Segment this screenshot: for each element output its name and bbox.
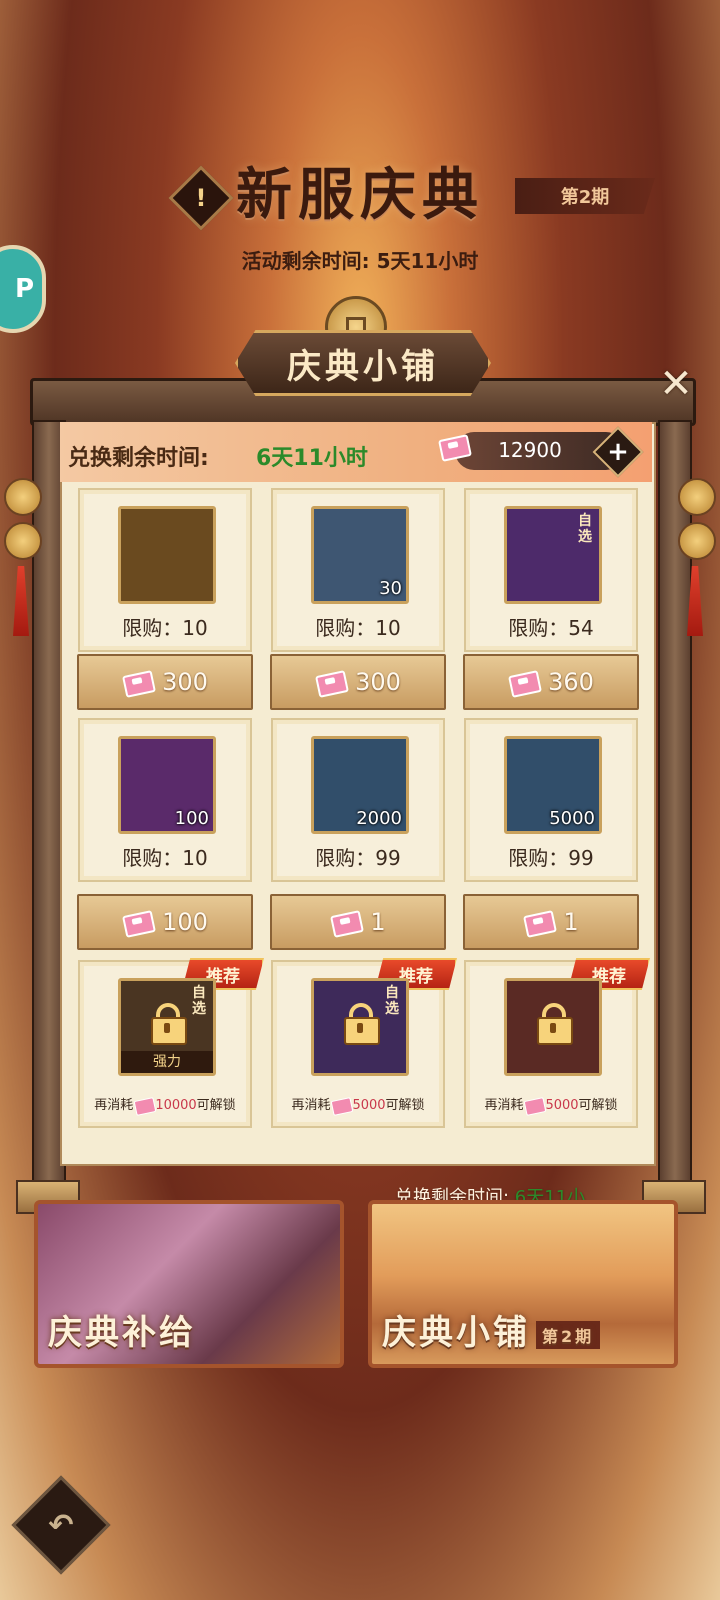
price-label: 1: [370, 908, 386, 936]
unlock-requirement: 再消耗 5000可解锁: [273, 1094, 443, 1115]
purchase-limit: 限购：54: [508, 616, 594, 640]
ticket-icon: [330, 1097, 352, 1115]
ticket-icon: [133, 1097, 155, 1115]
strong-tag: 强力: [121, 1051, 213, 1073]
buy-button[interactable]: 360: [463, 654, 639, 710]
price-label: 100: [162, 908, 208, 936]
ticket-icon: [122, 670, 152, 694]
purchase-limit: 限购：99: [315, 846, 401, 870]
self-select-tag: 自选: [578, 513, 592, 545]
unlock-suffix: 可解锁: [578, 1098, 618, 1113]
locked-reward-icon: [504, 978, 602, 1076]
buy-button[interactable]: 1: [463, 894, 639, 950]
shop-card[interactable]: 庆典小铺 第2期: [368, 1200, 678, 1368]
locked-item-card[interactable]: 推荐 自选 再消耗 5000可解锁: [271, 958, 457, 1128]
ticket-icon: [523, 910, 553, 934]
unlock-requirement: 再消耗 10000可解锁: [80, 1094, 250, 1115]
price-label: 300: [355, 668, 401, 696]
back-arrow-icon: ↶: [48, 1507, 74, 1543]
buy-button[interactable]: 100: [77, 894, 253, 950]
pink-flame-icon: 100: [118, 736, 216, 834]
shop-item-card[interactable]: 5000 限购：99: [464, 718, 638, 882]
supply-card[interactable]: 庆典补给: [34, 1200, 344, 1368]
right-coin-tassel: [678, 478, 716, 636]
purchase-limit: 限购：10: [315, 616, 401, 640]
item-quantity: 2000: [356, 808, 402, 829]
shadow-character-icon: 自选: [504, 506, 602, 604]
close-icon[interactable]: ✕: [656, 361, 696, 407]
shop-item-card[interactable]: 自选限购：54: [464, 488, 638, 652]
ticket-icon: [523, 1097, 545, 1115]
buy-button[interactable]: 300: [77, 654, 253, 710]
unlock-requirement: 再消耗 5000可解锁: [466, 1094, 636, 1115]
item-quantity: 30: [379, 578, 402, 599]
item-quantity: 5000: [549, 808, 595, 829]
unlock-prefix: 再消耗: [291, 1098, 331, 1113]
locked-reward-icon: 自选强力: [118, 978, 216, 1076]
lock-icon: [537, 1003, 573, 1045]
lock-icon: [151, 1003, 187, 1045]
purchase-limit: 限购：99: [508, 846, 594, 870]
exchange-time-value: 6天11小时: [256, 446, 368, 471]
ticket-icon: [330, 910, 360, 934]
item-quantity: 100: [174, 808, 209, 829]
shop-item-card[interactable]: 2000 限购：99: [271, 718, 445, 882]
plus-icon: +: [607, 437, 629, 467]
shop-card-title: 庆典小铺: [382, 1313, 530, 1353]
ticket-icon: [122, 910, 152, 934]
ticket-icon: [508, 670, 538, 694]
locked-item-card[interactable]: 推荐 自选 强力 再消耗 10000可解锁: [78, 958, 264, 1128]
lock-icon: [344, 1003, 380, 1045]
unlock-prefix: 再消耗: [94, 1098, 134, 1113]
copper-coin-icon: 5000: [504, 736, 602, 834]
ticket-currency-icon: [438, 434, 468, 458]
purchase-limit: 限购：10: [122, 846, 208, 870]
shop-item-card[interactable]: 100 限购：10: [78, 718, 252, 882]
green-jade-orb-icon: 2000: [311, 736, 409, 834]
buy-button[interactable]: 300: [270, 654, 446, 710]
price-label: 1: [563, 908, 579, 936]
unlock-suffix: 可解锁: [385, 1098, 425, 1113]
event-remaining-time: 活动剩余时间: 5天11小时: [241, 249, 479, 273]
ticket-icon: [315, 670, 345, 694]
period-tag: 第2期: [515, 178, 655, 214]
currency-amount: 12900: [498, 438, 562, 462]
green-swirl-orb-icon: [118, 506, 216, 604]
self-select-tag: 自选: [192, 985, 206, 1017]
locked-item-card[interactable]: 推荐 再消耗 5000可解锁: [464, 958, 650, 1128]
shop-item-card[interactable]: 限购：10: [78, 488, 252, 652]
shop-title: 庆典小铺: [235, 330, 491, 396]
side-badge-label: P: [14, 274, 34, 304]
unlock-amount: 10000: [155, 1098, 197, 1113]
shop-card-period-tag: 第2期: [536, 1320, 601, 1349]
shop-card-label: 庆典小铺 第2期: [382, 1305, 601, 1354]
back-button[interactable]: ↶: [11, 1475, 111, 1575]
silver-shard-icon: 30: [311, 506, 409, 604]
supply-card-label: 庆典补给: [48, 1313, 196, 1353]
buy-button[interactable]: 1: [270, 894, 446, 950]
shop-item-card[interactable]: 30 限购：10: [271, 488, 445, 652]
unlock-amount: 5000: [352, 1098, 386, 1113]
purchase-limit: 限购：10: [122, 616, 208, 640]
price-label: 300: [162, 668, 208, 696]
exchange-time-label: 兑换剩余时间:: [68, 446, 209, 471]
unlock-amount: 5000: [545, 1098, 579, 1113]
unlock-prefix: 再消耗: [484, 1098, 524, 1113]
locked-reward-icon: 自选: [311, 978, 409, 1076]
self-select-tag: 自选: [385, 985, 399, 1017]
left-coin-tassel: [4, 478, 42, 636]
price-label: 360: [548, 668, 594, 696]
unlock-suffix: 可解锁: [196, 1098, 236, 1113]
